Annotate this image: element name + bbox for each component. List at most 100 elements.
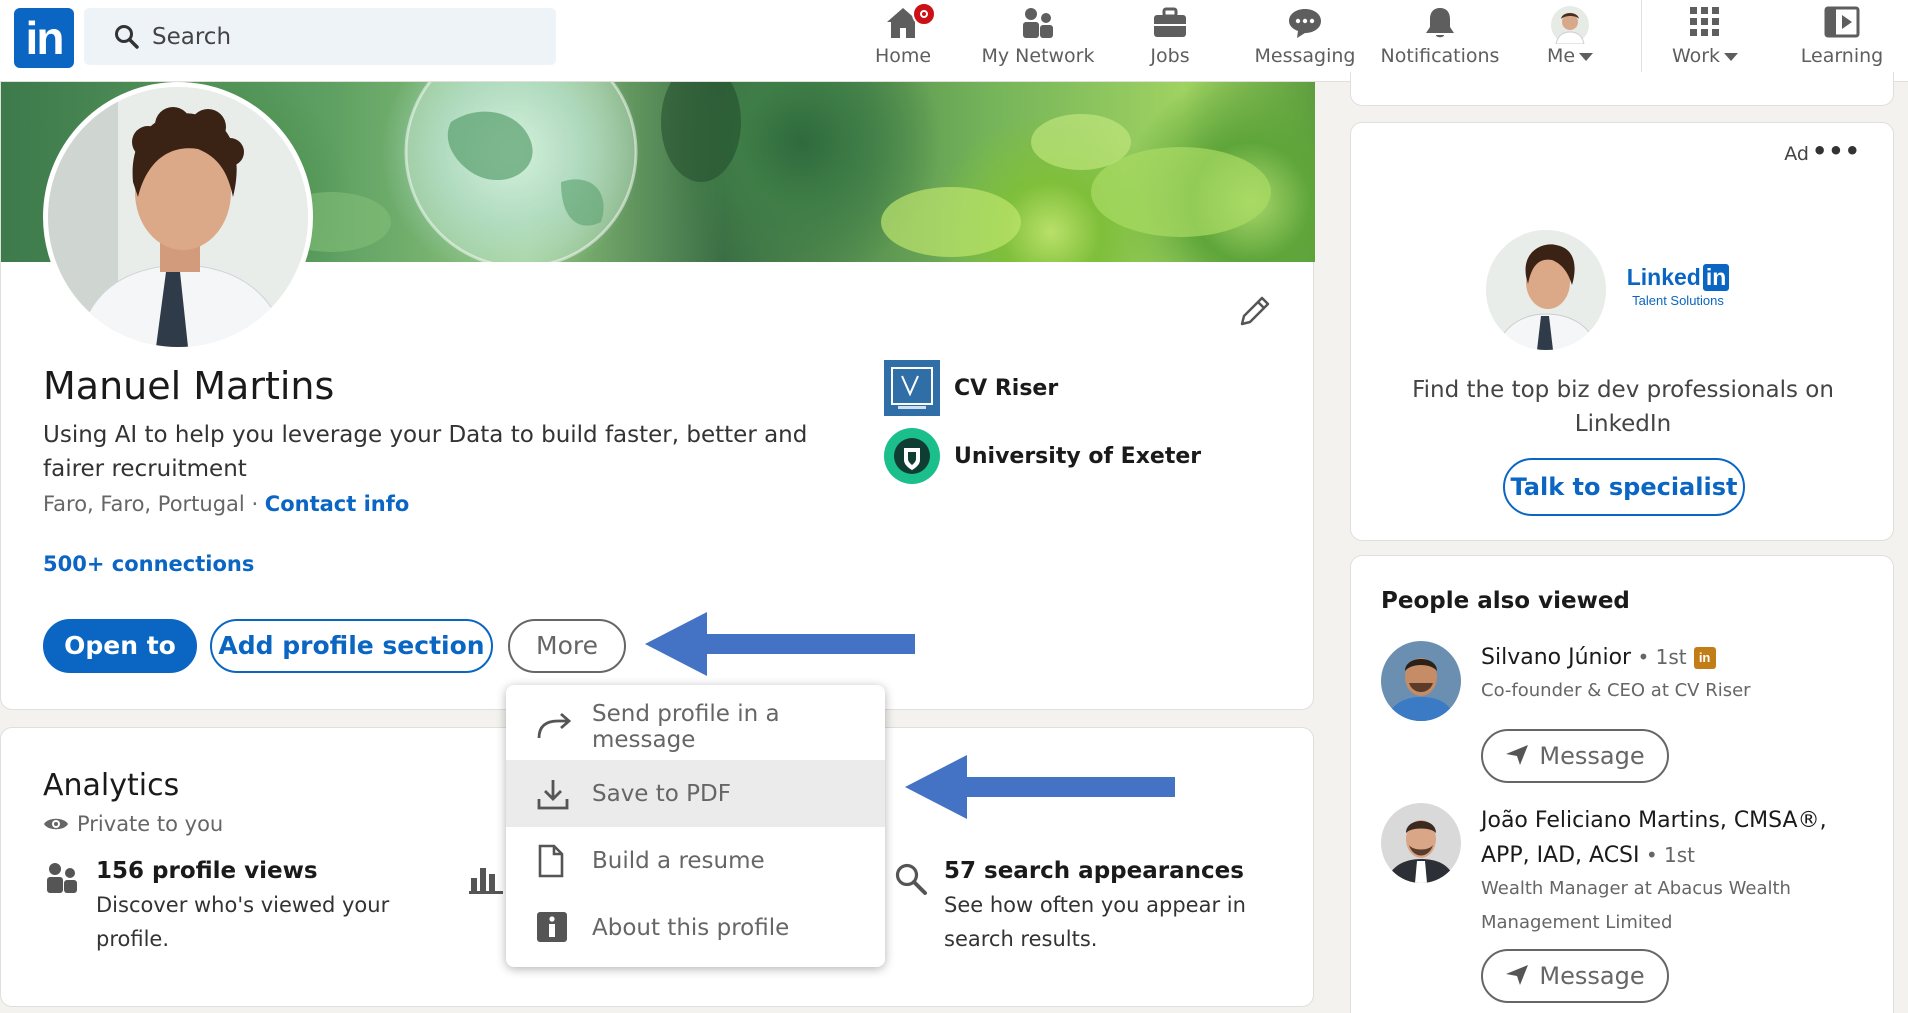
search-icon xyxy=(115,25,139,49)
menu-item-label: About this profile xyxy=(592,914,790,941)
nav-divider xyxy=(1641,0,1642,82)
nav-messaging[interactable]: Messaging xyxy=(1250,0,1360,82)
people-icon xyxy=(47,863,77,893)
nav-me[interactable]: Me xyxy=(1540,0,1600,82)
talk-to-specialist-button[interactable]: Talk to specialist xyxy=(1503,458,1745,516)
send-icon xyxy=(1506,965,1529,985)
person-name[interactable]: Silvano Júnior • 1st in xyxy=(1481,640,1871,675)
person-name-text: Silvano Júnior xyxy=(1481,645,1632,670)
analytics-search-appearances[interactable]: 57 search appearances See how often you … xyxy=(944,858,1264,956)
avatar xyxy=(1551,6,1589,44)
nav-home-label: Home xyxy=(874,45,932,67)
logo-word: Linked xyxy=(1626,264,1701,290)
nav-notifications[interactable]: Notifications xyxy=(1380,0,1500,82)
org-cv-riser[interactable]: CV Riser xyxy=(884,360,1058,416)
annotation-arrow-more xyxy=(645,612,915,676)
contact-info-link[interactable]: Contact info xyxy=(265,492,410,516)
nav-work[interactable]: Work xyxy=(1665,0,1745,82)
exeter-crest-logo xyxy=(884,428,940,484)
search-icon xyxy=(895,863,927,895)
search-placeholder: Search xyxy=(152,24,232,50)
person-subtitle: Wealth Manager at Abacus Wealth Manageme… xyxy=(1481,878,1791,933)
person-name[interactable]: João Feliciano Martins, CMSA®, APP, IAD,… xyxy=(1481,804,1871,873)
nav-me-label: Me xyxy=(1540,45,1600,67)
chevron-down-icon xyxy=(1579,52,1594,61)
org-university-of-exeter[interactable]: University of Exeter xyxy=(884,428,1201,484)
linkedin-premium-icon: in xyxy=(1693,647,1716,669)
network-icon xyxy=(1023,8,1053,38)
nav-work-label: Work xyxy=(1665,45,1745,67)
menu-item-label: Send profile in a message xyxy=(592,700,780,753)
cv-riser-logo xyxy=(884,360,940,416)
separator: · xyxy=(244,492,265,516)
document-icon xyxy=(538,844,564,878)
menu-item-label: Save to PDF xyxy=(592,780,731,807)
analytics-title: Analytics xyxy=(43,768,180,803)
bar-chart-icon xyxy=(469,868,503,894)
edit-pencil-icon[interactable] xyxy=(1236,294,1272,330)
connections-link[interactable]: 500+ connections xyxy=(43,552,254,576)
linkedin-logo[interactable]: in xyxy=(14,8,74,68)
analytics-item-desc: See how often you appear in search resul… xyxy=(944,893,1246,951)
search-input[interactable]: Search xyxy=(84,8,556,65)
share-arrow-icon xyxy=(537,712,572,739)
avatar[interactable] xyxy=(1381,803,1461,883)
org-label: CV Riser xyxy=(954,375,1059,401)
menu-item-about-profile[interactable]: About this profile xyxy=(506,894,885,961)
ad-card: Ad ••• Linked in Talent Solutions Find th… xyxy=(1350,122,1894,541)
linkedin-talent-logo: Linked in Talent Solutions xyxy=(1603,239,1753,339)
analytics-profile-views[interactable]: 156 profile views Discover who's viewed … xyxy=(96,858,416,956)
logo-subtitle: Talent Solutions xyxy=(1632,293,1724,308)
notification-badge xyxy=(912,2,936,26)
nav-jobs[interactable]: Jobs xyxy=(1135,0,1205,82)
more-options-icon[interactable]: ••• xyxy=(1812,137,1861,165)
profile-photo[interactable] xyxy=(43,82,313,352)
menu-item-build-resume[interactable]: Build a resume xyxy=(506,827,885,894)
add-profile-section-button[interactable]: Add profile section xyxy=(210,619,493,673)
avatar[interactable] xyxy=(1381,641,1461,721)
people-also-viewed-title: People also viewed xyxy=(1381,588,1630,614)
connection-degree: • 1st xyxy=(1639,843,1696,867)
analytics-private-label: Private to you xyxy=(77,812,224,836)
nav-my-network-label: My Network xyxy=(981,45,1095,67)
profile-name: Manuel Martins xyxy=(43,364,335,408)
eye-icon xyxy=(44,818,68,830)
message-button-label: Message xyxy=(1539,742,1645,770)
people-also-viewed-card: People also viewed Silvano Júnior • 1st … xyxy=(1350,555,1894,1013)
briefcase-icon xyxy=(1154,7,1186,37)
chevron-down-icon xyxy=(1724,52,1739,61)
nav-notifications-label: Notifications xyxy=(1380,45,1500,67)
open-to-button[interactable]: Open to xyxy=(43,619,197,673)
menu-item-send-profile[interactable]: Send profile in a message xyxy=(506,693,885,760)
profile-headline: Using AI to help you leverage your Data … xyxy=(43,422,808,482)
menu-item-save-to-pdf[interactable]: Save to PDF xyxy=(506,760,885,827)
annotation-arrow-save-pdf xyxy=(905,755,1175,819)
nav-home[interactable]: Home xyxy=(862,0,944,82)
messaging-icon xyxy=(1289,9,1321,38)
bell-icon xyxy=(1426,8,1454,38)
message-button-label: Message xyxy=(1539,962,1645,990)
nav-my-network[interactable]: My Network xyxy=(973,0,1103,82)
message-button[interactable]: Message xyxy=(1481,729,1669,783)
download-icon xyxy=(537,780,569,810)
more-button[interactable]: More xyxy=(508,619,626,673)
more-dropdown-menu: Send profile in a message Save to PDF Bu… xyxy=(506,685,885,967)
menu-item-label: Build a resume xyxy=(592,847,765,874)
nav-learning-label: Learning xyxy=(1800,45,1884,67)
grid-icon xyxy=(1690,7,1719,36)
analytics-item-head: 156 profile views xyxy=(96,858,318,884)
analytics-private: Private to you xyxy=(43,812,223,836)
global-nav: in Search Home My Network Jobs Messaging… xyxy=(0,0,1908,82)
nav-messaging-label: Messaging xyxy=(1254,45,1356,67)
org-label: University of Exeter xyxy=(954,443,1202,469)
rail-top-card xyxy=(1350,72,1894,106)
profile-location: Faro, Faro, Portugal xyxy=(43,492,245,516)
ad-text: Find the top biz dev professionals on Li… xyxy=(1412,377,1834,437)
message-button[interactable]: Message xyxy=(1481,949,1669,1003)
send-icon xyxy=(1506,745,1529,765)
learning-icon xyxy=(1824,6,1860,38)
nav-learning[interactable]: Learning xyxy=(1797,0,1887,82)
nav-jobs-label: Jobs xyxy=(1150,45,1190,67)
analytics-item-desc: Discover who's viewed your profile. xyxy=(96,893,390,951)
connection-degree: • 1st xyxy=(1631,645,1687,669)
